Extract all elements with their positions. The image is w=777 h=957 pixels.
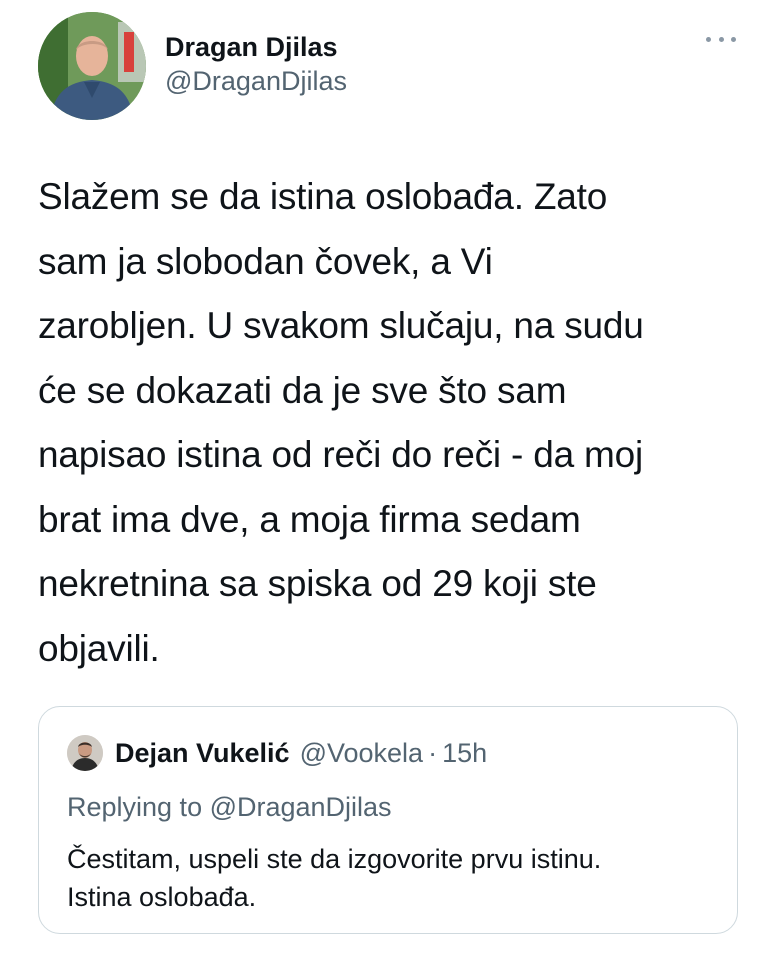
author-display-name[interactable]: Dragan Djilas	[165, 30, 347, 64]
author-avatar[interactable]	[38, 12, 146, 120]
quoted-author-handle[interactable]: @Vookela	[300, 738, 424, 769]
more-horizontal-icon[interactable]	[706, 34, 736, 44]
tweet-header: Dragan Djilas @DraganDjilas	[38, 12, 748, 122]
quoted-tweet[interactable]: Dejan Vukelić @Vookela · 15h Replying to…	[38, 706, 738, 934]
quoted-separator: ·	[428, 737, 438, 768]
tweet-text: Slažem se da istina oslobađa. Zato sam j…	[38, 176, 644, 669]
quoted-author-display-name[interactable]: Dejan Vukelić	[115, 738, 290, 769]
quoted-tweet-text: Čestitam, uspeli ste da izgovorite prvu …	[67, 844, 602, 912]
author-avatar-image	[38, 12, 146, 120]
author-handle[interactable]: @DraganDjilas	[165, 64, 347, 98]
quoted-author-avatar-image	[67, 735, 103, 771]
quoted-author-avatar[interactable]	[67, 735, 103, 771]
quoted-replying-to: Replying to @DraganDjilas	[67, 792, 392, 822]
quoted-timestamp[interactable]: 15h	[442, 738, 487, 769]
quoted-tweet-header: Dejan Vukelić @Vookela · 15h	[67, 733, 487, 773]
